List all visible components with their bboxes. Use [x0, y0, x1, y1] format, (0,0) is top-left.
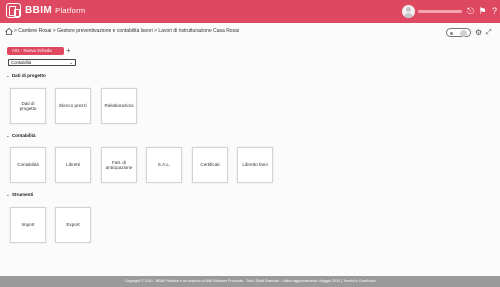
- chevron-down-icon: ⌄: [6, 133, 10, 138]
- flag-icon[interactable]: ⚑: [478, 5, 487, 17]
- card-export[interactable]: Export: [55, 207, 91, 243]
- help-icon[interactable]: ?: [490, 5, 499, 17]
- gear-icon[interactable]: ⚙: [475, 28, 482, 37]
- view-toggle[interactable]: [446, 28, 471, 37]
- card-libretti[interactable]: Libretti: [55, 147, 91, 183]
- avatar[interactable]: [402, 5, 415, 18]
- app-logo[interactable]: BBIM Platform: [6, 3, 85, 18]
- user-name-placeholder[interactable]: [418, 10, 462, 13]
- chevron-down-icon: ⌄: [6, 73, 10, 78]
- top-navigation-bar: BBIM Platform ⎋ ⚑ ?: [0, 0, 500, 23]
- breadcrumb: > Cantiere Rosai > Gestore preventivazio…: [0, 27, 500, 37]
- home-icon[interactable]: [5, 28, 13, 35]
- chevron-down-icon: ⌄: [6, 192, 10, 197]
- card-libretto-fami[interactable]: Libretto fami: [237, 147, 273, 183]
- card-import[interactable]: Import: [10, 207, 46, 243]
- section-title-strumenti[interactable]: ⌄ Strumenti: [6, 192, 33, 198]
- card-elenco-prezzi[interactable]: Elenco prezzi: [55, 88, 91, 124]
- logo-text: BBIM: [25, 5, 53, 16]
- section-title-label: Strumenti: [11, 192, 34, 197]
- section-select[interactable]: Contabilità ⌄: [8, 59, 76, 66]
- add-tab-button[interactable]: +: [66, 46, 71, 55]
- card-sal[interactable]: S.A.L.: [146, 147, 182, 183]
- logout-icon[interactable]: ⎋: [466, 5, 475, 17]
- card-rielaborazioni[interactable]: Rielaborazioni: [101, 88, 137, 124]
- section-title-label: Dati di progetto: [11, 73, 46, 78]
- section-title-dati-di-progetto[interactable]: ⌄ Dati di progetto: [6, 73, 46, 79]
- section-title-label: Contabilità: [11, 133, 36, 138]
- card-fatt-di-anticipazione[interactable]: Fatt. di anticipazione: [101, 147, 137, 183]
- card-certificati[interactable]: Certificati: [192, 147, 228, 183]
- expand-icon[interactable]: ⤢: [486, 28, 492, 37]
- section-select-value: Contabilità: [11, 60, 32, 65]
- footer: Copyright © 2020 - BBIM Platform è un ma…: [0, 276, 500, 287]
- section-title-contabilita[interactable]: ⌄ Contabilità: [6, 133, 36, 139]
- tab-nuova-scheda[interactable]: A01 - Nuova Scheda: [7, 47, 64, 55]
- card-dati-di-progetto[interactable]: Dati di progetto: [10, 88, 46, 124]
- logo-icon: [6, 3, 21, 18]
- logo-subtitle: Platform: [55, 6, 86, 15]
- toggle-dot: [450, 31, 453, 35]
- chevron-down-icon: ⌄: [69, 60, 73, 65]
- breadcrumb-path[interactable]: > Cantiere Rosai > Gestore preventivazio…: [14, 28, 239, 34]
- card-contabilita[interactable]: Contabilità: [10, 147, 46, 183]
